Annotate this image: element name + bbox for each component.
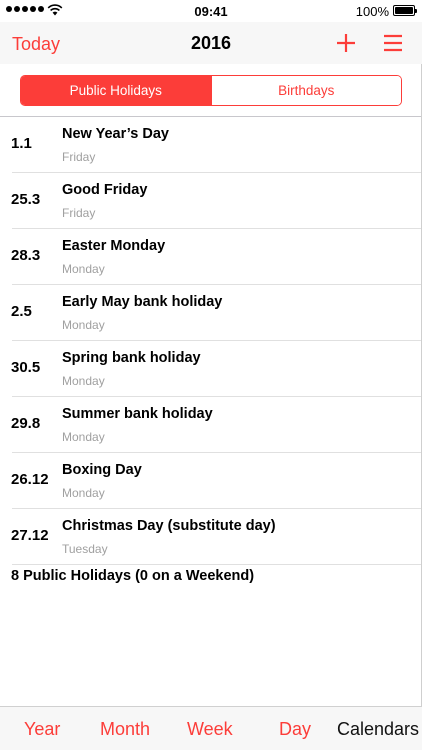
plus-icon[interactable] bbox=[333, 30, 359, 56]
holiday-weekday: Monday bbox=[62, 262, 105, 276]
holiday-date: 26.12 bbox=[11, 471, 49, 488]
holiday-summary: 8 Public Holidays (0 on a Weekend) bbox=[11, 568, 255, 584]
holiday-weekday: Friday bbox=[62, 150, 96, 164]
list-item[interactable]: 30.5 Spring bank holiday Monday bbox=[0, 341, 421, 397]
holiday-weekday: Tuesday bbox=[62, 542, 108, 556]
holiday-name: Boxing Day bbox=[62, 462, 142, 478]
list-item[interactable]: 28.3 Easter Monday Monday bbox=[0, 229, 421, 285]
holiday-name: Good Friday bbox=[62, 182, 148, 198]
tab-month[interactable]: Month bbox=[100, 719, 150, 740]
battery-icon bbox=[393, 5, 417, 16]
list-item[interactable]: 2.5 Early May bank holiday Monday bbox=[0, 285, 421, 341]
birthdays-tab[interactable]: Birthdays bbox=[210, 76, 401, 105]
holiday-list: 1.1 New Year’s Day Friday 25.3 Good Frid… bbox=[0, 117, 421, 565]
holiday-name: Summer bank holiday bbox=[62, 406, 213, 422]
tab-year[interactable]: Year bbox=[24, 719, 60, 740]
tab-calendars[interactable]: Calendars bbox=[337, 719, 419, 740]
holiday-date: 28.3 bbox=[11, 247, 41, 264]
list-item[interactable]: 25.3 Good Friday Friday bbox=[0, 173, 421, 229]
menu-icon[interactable] bbox=[382, 33, 404, 53]
list-item[interactable]: 29.8 Summer bank holiday Monday bbox=[0, 397, 421, 453]
public-holidays-tab[interactable]: Public Holidays bbox=[21, 76, 211, 105]
battery-percentage: 100% bbox=[355, 4, 389, 19]
holiday-date: 29.8 bbox=[11, 415, 41, 432]
holiday-name: New Year’s Day bbox=[62, 126, 169, 142]
tab-bar: Year Month Week Day Calendars bbox=[0, 706, 422, 750]
navigation-bar: Today 2016 bbox=[0, 22, 422, 64]
holiday-name: Easter Monday bbox=[62, 238, 166, 254]
holiday-weekday: Monday bbox=[62, 430, 105, 444]
holiday-panel: Public Holidays Birthdays 1.1 New Year’s… bbox=[0, 64, 422, 706]
tab-week[interactable]: Week bbox=[187, 719, 233, 740]
tab-day[interactable]: Day bbox=[279, 719, 311, 740]
holiday-date: 30.5 bbox=[11, 359, 41, 376]
holiday-name: Spring bank holiday bbox=[62, 350, 201, 366]
list-item[interactable]: 26.12 Boxing Day Monday bbox=[0, 453, 421, 509]
holiday-weekday: Friday bbox=[62, 206, 96, 220]
holiday-date: 1.1 bbox=[11, 135, 32, 152]
holiday-weekday: Monday bbox=[62, 374, 105, 388]
list-item[interactable]: 27.12 Christmas Day (substitute day) Tue… bbox=[0, 509, 421, 565]
holiday-weekday: Monday bbox=[62, 318, 105, 332]
list-item[interactable]: 1.1 New Year’s Day Friday bbox=[0, 117, 421, 173]
holiday-name: Early May bank holiday bbox=[62, 294, 223, 310]
holiday-date: 2.5 bbox=[11, 303, 32, 320]
holiday-weekday: Monday bbox=[62, 486, 105, 500]
holiday-name: Christmas Day (substitute day) bbox=[62, 518, 276, 534]
holiday-date: 25.3 bbox=[11, 191, 41, 208]
segmented-control: Public Holidays Birthdays bbox=[20, 75, 402, 106]
status-bar: 09:41 100% bbox=[0, 0, 422, 22]
holiday-date: 27.12 bbox=[11, 527, 49, 544]
